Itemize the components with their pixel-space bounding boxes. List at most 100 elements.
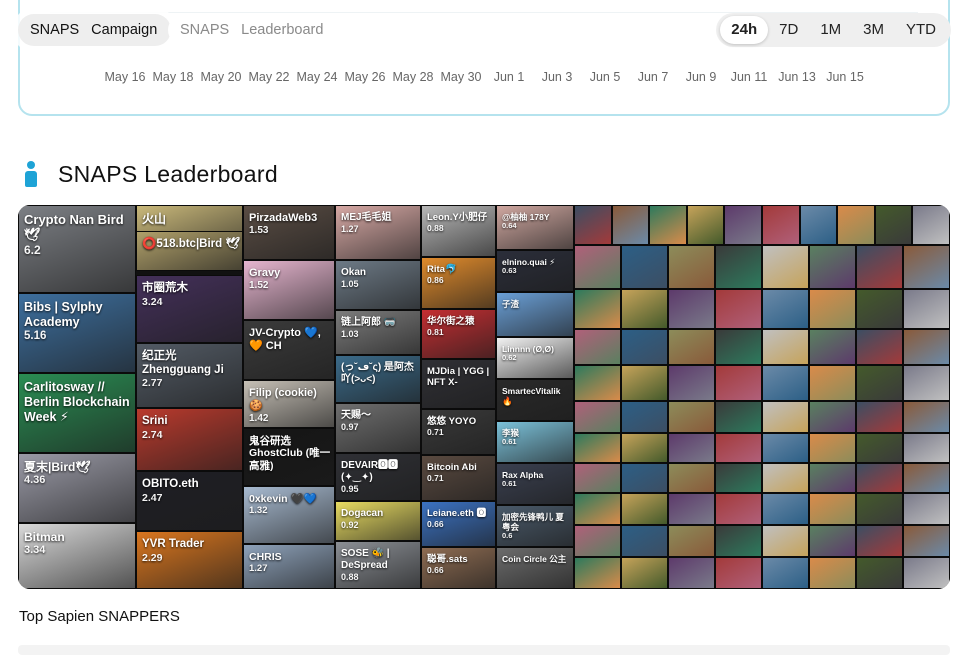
leaderboard-tile[interactable]: Crypto Nan Bird 🕊 6.2 xyxy=(18,205,136,293)
avatar-tile[interactable] xyxy=(715,365,762,401)
avatar-tile[interactable] xyxy=(715,463,762,493)
avatar-tile[interactable] xyxy=(856,557,903,589)
avatar-tile[interactable] xyxy=(903,525,950,557)
avatar-tile[interactable] xyxy=(715,245,762,289)
avatar-tile[interactable] xyxy=(715,433,762,463)
avatar-tile[interactable] xyxy=(903,463,950,493)
avatar-tile[interactable] xyxy=(903,401,950,433)
leaderboard-tile[interactable]: 加密先锋鸭儿 夏粤会 0.6 xyxy=(496,505,574,547)
avatar-tile[interactable] xyxy=(668,463,715,493)
leaderboard-tile[interactable]: Leiane.eth 🅾 0.66 xyxy=(421,501,496,547)
leaderboard-tile[interactable]: Filip (cookie) 🍪 1.42 xyxy=(243,380,335,428)
avatar-tile[interactable] xyxy=(762,525,809,557)
leaderboard-tile[interactable]: Srini 2.74 xyxy=(136,408,243,471)
avatar-tile[interactable] xyxy=(762,289,809,329)
avatar-tile[interactable] xyxy=(668,401,715,433)
leaderboard-tile[interactable]: 夏末|Bird🕊 4.36 xyxy=(18,453,136,523)
leaderboard-tile[interactable]: 纪正光 Zhengguang Ji 2.77 xyxy=(136,343,243,408)
leaderboard-tile[interactable]: Leon.Y小肥仔 0.88 xyxy=(421,205,496,257)
avatar-tile[interactable] xyxy=(762,245,809,289)
tab-snaps-secondary[interactable]: SNAPS xyxy=(180,22,229,38)
avatar-tile[interactable] xyxy=(715,557,762,589)
avatar-tile[interactable] xyxy=(686,205,725,245)
avatar-tile[interactable] xyxy=(621,289,668,329)
avatar-tile[interactable] xyxy=(668,557,715,589)
leaderboard-tile[interactable]: Carlitosway // Berlin Blockchain Week ⚡ xyxy=(18,373,136,453)
avatar-tile[interactable] xyxy=(574,401,621,433)
leaderboard-tile[interactable]: 悠悠 YOYO 0.71 xyxy=(421,409,496,455)
leaderboard-tile[interactable]: PirzadaWeb3 1.53 xyxy=(243,205,335,260)
leaderboard-tile[interactable]: 鬼谷研选 GhostClub (唯一高雅) xyxy=(243,428,335,486)
range-7d[interactable]: 7D xyxy=(768,16,809,44)
avatar-tile[interactable] xyxy=(574,245,621,289)
tab-campaign[interactable]: Campaign xyxy=(91,22,157,38)
avatar-tile[interactable] xyxy=(903,557,950,589)
avatar-tile[interactable] xyxy=(621,433,668,463)
avatar-tile[interactable] xyxy=(856,289,903,329)
avatar-tile[interactable] xyxy=(903,329,950,365)
avatar-tile[interactable] xyxy=(668,329,715,365)
avatar-tile[interactable] xyxy=(621,329,668,365)
leaderboard-tile[interactable]: Coin Circle 公主 xyxy=(496,547,574,589)
avatar-tile[interactable] xyxy=(809,557,856,589)
avatar-tile[interactable] xyxy=(621,365,668,401)
avatar-tile[interactable] xyxy=(799,205,838,245)
avatar-tile[interactable] xyxy=(574,493,621,525)
avatar-tile[interactable] xyxy=(621,525,668,557)
avatar-tile[interactable] xyxy=(621,401,668,433)
avatar-tile[interactable] xyxy=(809,463,856,493)
avatar-tile[interactable] xyxy=(903,365,950,401)
leaderboard-tile[interactable]: 链上阿郎 🥽 1.03 xyxy=(335,310,421,355)
avatar-tile[interactable] xyxy=(856,365,903,401)
avatar-tile[interactable] xyxy=(762,557,809,589)
avatar-tile[interactable] xyxy=(668,525,715,557)
avatar-tile[interactable] xyxy=(912,205,950,245)
avatar-tile[interactable] xyxy=(837,205,875,245)
avatar-tile[interactable] xyxy=(715,329,762,365)
avatar-tile[interactable] xyxy=(574,205,612,245)
avatar-tile[interactable] xyxy=(762,205,800,245)
leaderboard-tile[interactable]: SOSE 🐝 | DeSpread 0.88 xyxy=(335,541,421,589)
avatar-tile[interactable] xyxy=(856,433,903,463)
leaderboard-tile[interactable]: 天赐〜 0.97 xyxy=(335,403,421,453)
leaderboard-tile[interactable]: CHRIS 1.27 xyxy=(243,544,335,589)
avatar-tile[interactable] xyxy=(762,329,809,365)
tab-leaderboard[interactable]: Leaderboard xyxy=(241,22,323,38)
leaderboard-tile[interactable]: Rax Alpha 0.61 xyxy=(496,463,574,505)
leaderboard-tile[interactable]: Bitman 3.34 xyxy=(18,523,136,589)
avatar-tile[interactable] xyxy=(903,433,950,463)
avatar-tile[interactable] xyxy=(856,525,903,557)
range-ytd[interactable]: YTD xyxy=(895,16,947,44)
avatar-tile[interactable] xyxy=(762,365,809,401)
leaderboard-tile[interactable]: MEJ毛毛姐 1.27 xyxy=(335,205,421,260)
avatar-tile[interactable] xyxy=(809,433,856,463)
leaderboard-tile[interactable]: Bibs | Sylphy Academy 5.16 xyxy=(18,293,136,373)
avatar-tile[interactable] xyxy=(809,289,856,329)
leaderboard-tile[interactable]: 子渣 xyxy=(496,292,574,337)
leaderboard-tile[interactable]: Okan 1.05 xyxy=(335,260,421,310)
avatar-tile[interactable] xyxy=(724,205,762,245)
range-24h[interactable]: 24h xyxy=(720,16,769,44)
leaderboard-tile[interactable]: @柚柚 178Y 0.64 xyxy=(496,205,574,250)
leaderboard-tile[interactable]: Gravy 1.52 xyxy=(243,260,335,320)
leaderboard-tile[interactable]: 华尔街之猿 0.81 xyxy=(421,309,496,359)
avatar-tile[interactable] xyxy=(621,463,668,493)
avatar-tile[interactable] xyxy=(574,433,621,463)
leaderboard-tile[interactable]: Linnnn (Ø,Ø) 0.62 xyxy=(496,337,574,379)
avatar-tile[interactable] xyxy=(715,401,762,433)
leaderboard-tile[interactable]: 聪哥.sats 0.66 xyxy=(421,547,496,589)
avatar-tile[interactable] xyxy=(856,493,903,525)
avatar-tile[interactable] xyxy=(668,289,715,329)
avatar-tile[interactable] xyxy=(668,365,715,401)
avatar-tile[interactable] xyxy=(809,245,856,289)
avatar-tile[interactable] xyxy=(856,463,903,493)
avatar-tile[interactable] xyxy=(856,329,903,365)
avatar-tile[interactable] xyxy=(574,557,621,589)
leaderboard-tile[interactable]: MJDia | YGG | NFT X- xyxy=(421,359,496,409)
leaderboard-tile[interactable]: Dogacan 0.92 xyxy=(335,501,421,541)
leaderboard-tile[interactable]: 0xkevin 🖤💙 1.32 xyxy=(243,486,335,544)
avatar-tile[interactable] xyxy=(574,525,621,557)
avatar-tile[interactable] xyxy=(874,205,913,245)
avatar-tile[interactable] xyxy=(856,401,903,433)
leaderboard-tile[interactable]: Bitcoin Abi 0.71 xyxy=(421,455,496,501)
